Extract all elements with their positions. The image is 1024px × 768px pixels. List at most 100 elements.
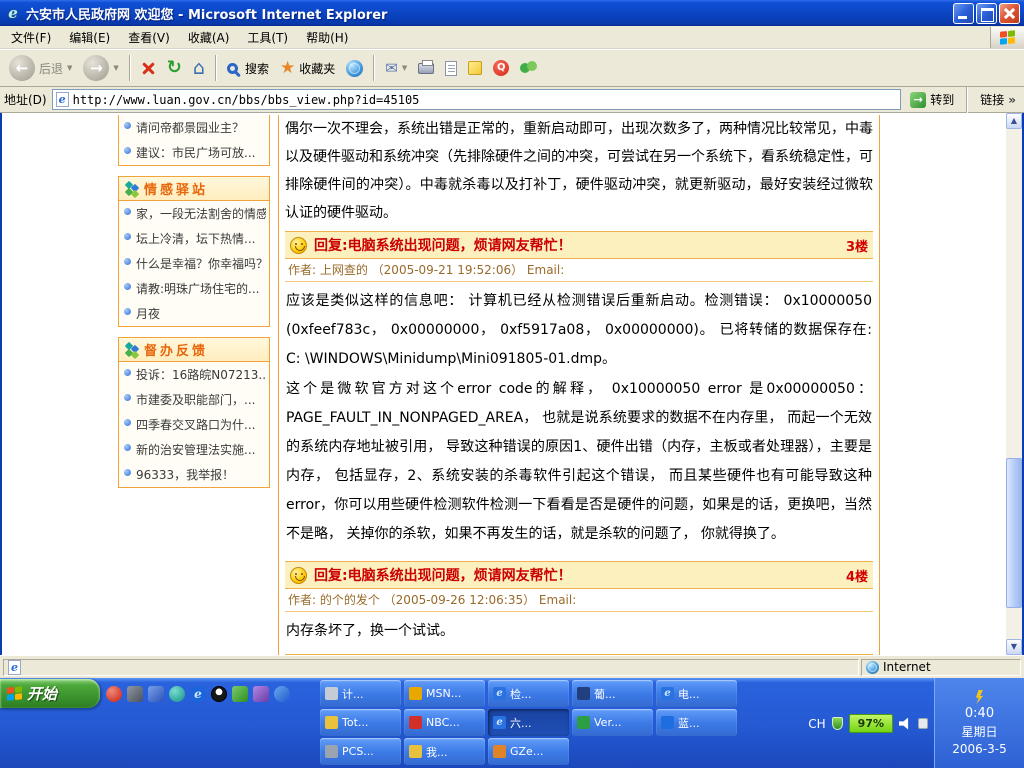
taskbar-button[interactable]: e检...	[488, 680, 569, 707]
sidebar-link[interactable]: 请问帝都景园业主？	[119, 115, 269, 140]
search-button[interactable]: 搜索	[223, 58, 273, 79]
taskbar-button[interactable]: Ver...	[572, 709, 653, 736]
taskbar-button-icon	[409, 745, 422, 758]
bullet-icon	[124, 394, 131, 401]
messenger-button[interactable]	[516, 58, 542, 78]
menu-item-view[interactable]: 查看(V)	[119, 26, 179, 49]
sidebar-link[interactable]: 96333，我举报！	[119, 462, 269, 487]
clock-panel[interactable]: 0:40 星期日 2006-3-5	[934, 678, 1024, 768]
back-dropdown-icon[interactable]: ▼	[67, 64, 72, 72]
mail-button[interactable]: ✉ ▼	[381, 57, 411, 79]
section-header: 督办反馈	[119, 338, 269, 362]
taskbar-button[interactable]: 计...	[320, 680, 401, 707]
scrollbar-thumb[interactable]	[1006, 458, 1022, 608]
reply-paragraph: 应该是类似这样的信息吧： 计算机已经从检测错误后重新启动。检测错误： 0x100…	[286, 287, 872, 374]
quick-launch-icon-8[interactable]	[253, 686, 269, 702]
quick-launch-icon-2[interactable]	[127, 686, 143, 702]
taskbar-button-label: 蓝...	[678, 715, 700, 731]
taskbar-button-active[interactable]: e六...	[488, 709, 569, 736]
taskbar-button[interactable]: 我...	[404, 738, 485, 765]
close-button[interactable]	[999, 3, 1020, 24]
forward-button[interactable]: → ▼	[79, 53, 122, 83]
taskbar-button[interactable]: NBC...	[404, 709, 485, 736]
print-button[interactable]	[414, 61, 438, 76]
forward-dropdown-icon[interactable]: ▼	[113, 64, 118, 72]
section-title: 情感驿站	[144, 179, 208, 198]
menu-item-edit[interactable]: 编辑(E)	[60, 26, 119, 49]
notes-button[interactable]	[464, 59, 486, 77]
taskbar-button[interactable]: PCS...	[320, 738, 401, 765]
refresh-button[interactable]: ↻	[163, 58, 186, 78]
media-button[interactable]	[342, 58, 367, 79]
reply-text: 偶尔一次不理会，系统出错是正常的，重新启动即可，出现次数多了，两种情况比较常见，…	[285, 115, 873, 227]
favorites-label: 收藏夹	[299, 60, 335, 77]
sidebar-link[interactable]: 坛上冷清，坛下热情...	[119, 226, 269, 251]
mail-icon: ✉	[385, 59, 398, 77]
edit-button[interactable]	[441, 59, 461, 78]
antivirus-tray-icon[interactable]	[832, 717, 843, 730]
scroll-up-button[interactable]: ▲	[1006, 113, 1022, 129]
taskbar-button[interactable]: MSN...	[404, 680, 485, 707]
sidebar-link-label: 新的治安管理法实施...	[136, 441, 255, 458]
floor-badge: 4楼	[846, 566, 868, 585]
quick-launch-icon-9[interactable]	[274, 686, 290, 702]
battery-indicator[interactable]: 97%	[849, 714, 893, 733]
quick-launch-icon-4[interactable]	[169, 686, 185, 702]
taskbar-button[interactable]: 蓝...	[656, 709, 737, 736]
scroll-down-button[interactable]: ▼	[1006, 639, 1022, 655]
sidebar-link[interactable]: 请教:明珠广场住宅的...	[119, 276, 269, 301]
quick-launch-icon-3[interactable]	[148, 686, 164, 702]
go-button[interactable]: → 转到	[906, 89, 958, 110]
sidebar-link[interactable]: 新的治安管理法实施...	[119, 437, 269, 462]
section-header: 情感驿站	[119, 177, 269, 201]
maximize-button[interactable]	[976, 3, 997, 24]
bullet-icon	[124, 147, 131, 154]
reply-paragraph: 这个是微软官方对这个error code的解释， 0x10000050 erro…	[286, 375, 872, 549]
sidebar-link[interactable]: 投诉：16路皖N07213...	[119, 362, 269, 387]
sidebar-link[interactable]: 建议：市民广场可放...	[119, 140, 269, 165]
refresh-icon: ↻	[167, 60, 182, 76]
taskbar-buttons: 计... MSN... e检... 葡... e电... Tot... NBC.…	[320, 680, 740, 765]
quick-launch-ie-icon[interactable]: e	[190, 686, 206, 702]
mail-dropdown-icon[interactable]: ▼	[402, 64, 407, 72]
taskbar-button[interactable]: e电...	[656, 680, 737, 707]
start-button[interactable]: 开始	[0, 679, 100, 708]
address-input-box[interactable]: e	[52, 89, 902, 110]
links-button[interactable]: 链接 »	[976, 91, 1020, 108]
windows-logo	[990, 27, 1024, 48]
quick-launch-icon-1[interactable]	[106, 686, 122, 702]
menu-item-favorites[interactable]: 收藏(A)	[179, 26, 239, 49]
address-separator	[966, 87, 968, 113]
qq-button[interactable]: Q	[489, 58, 513, 78]
vertical-scrollbar[interactable]: ▲ ▼	[1006, 113, 1022, 655]
menu-item-tools[interactable]: 工具(T)	[238, 26, 297, 49]
menu-item-file[interactable]: 文件(F)	[2, 26, 60, 49]
taskbar-button[interactable]: 葡...	[572, 680, 653, 707]
forward-icon: →	[83, 55, 109, 81]
minimize-button[interactable]	[953, 3, 974, 24]
reply-body: 内存条坏了，换一个试试。	[285, 612, 873, 655]
home-button[interactable]: ⌂	[189, 57, 209, 79]
volume-icon[interactable]	[899, 718, 912, 730]
sidebar-link[interactable]: 家，一段无法割舍的情感	[119, 201, 269, 226]
taskbar-button[interactable]: Tot...	[320, 709, 401, 736]
notes-icon	[468, 61, 482, 75]
quick-launch-qq-icon[interactable]	[211, 686, 227, 702]
address-input[interactable]	[73, 93, 898, 107]
sidebar-link-label: 投诉：16路皖N07213...	[136, 366, 266, 383]
back-button[interactable]: ← 后退 ▼	[5, 53, 76, 83]
sidebar-link[interactable]: 四季春交叉路口为什...	[119, 412, 269, 437]
sidebar-link[interactable]: 市建委及职能部门，...	[119, 387, 269, 412]
sidebar-link[interactable]: 月夜	[119, 301, 269, 326]
ime-indicator[interactable]: CH	[808, 717, 825, 731]
sidebar-link[interactable]: 什么是幸福？你幸福吗？	[119, 251, 269, 276]
stop-button[interactable]	[137, 59, 160, 78]
toolbar-separator	[215, 55, 217, 81]
quick-launch-icon-7[interactable]	[232, 686, 248, 702]
forum-sidebar: 请问帝都景园业主？ 建议：市民广场可放... 情感驿站 家，一段无法割舍的情感 …	[118, 115, 270, 655]
taskbar-button-label: 六...	[510, 715, 532, 731]
favorites-button[interactable]: ★ 收藏夹	[276, 58, 339, 79]
power-tray-icon[interactable]	[918, 718, 928, 729]
menu-item-help[interactable]: 帮助(H)	[297, 26, 357, 49]
taskbar-button[interactable]: GZe...	[488, 738, 569, 765]
